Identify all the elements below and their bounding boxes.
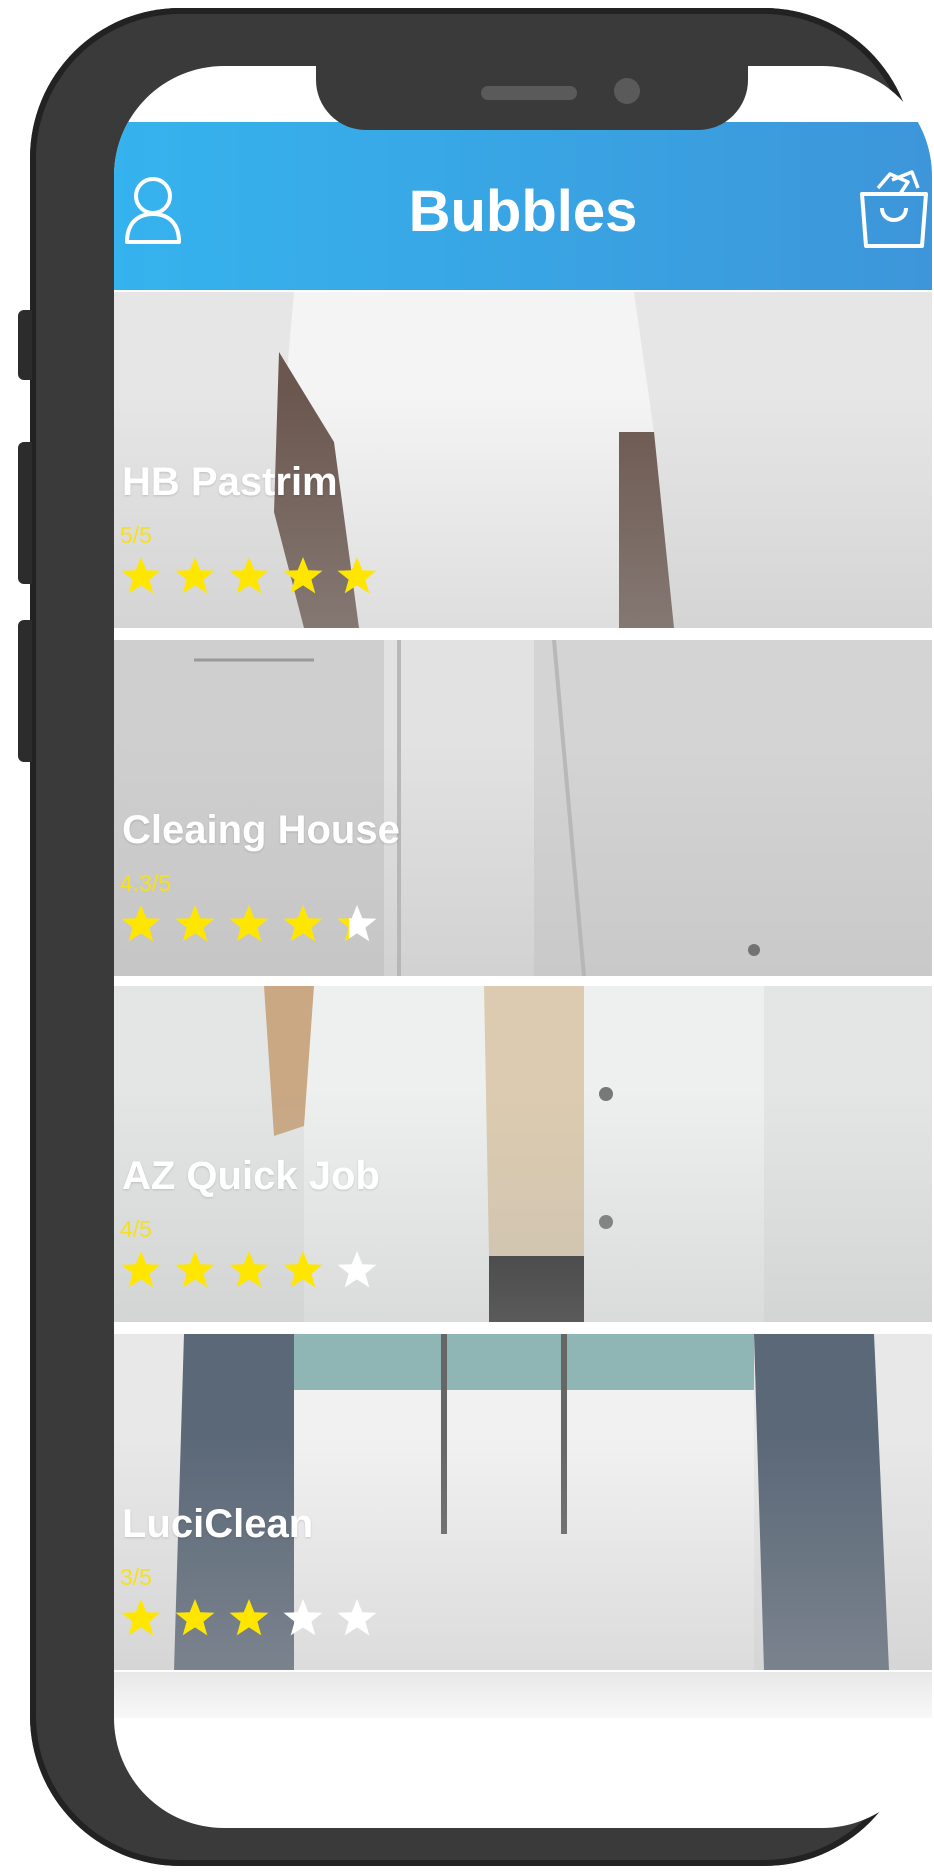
star-filled-icon bbox=[283, 905, 323, 942]
star-filled-icon bbox=[121, 557, 161, 594]
next-card-peek bbox=[114, 1672, 932, 1718]
shop-rating-text: 5/5 bbox=[120, 522, 152, 548]
star-filled-icon bbox=[229, 557, 269, 594]
star-filled-icon bbox=[283, 557, 323, 594]
star-empty-icon bbox=[337, 1599, 377, 1636]
shop-card[interactable]: HB Pastrim 5/5 bbox=[114, 292, 932, 628]
user-icon bbox=[125, 177, 181, 244]
shop-name: Cleaing House bbox=[122, 808, 400, 852]
shop-card[interactable]: Cleaing House 4.3/5 bbox=[114, 640, 932, 976]
star-filled-icon bbox=[229, 905, 269, 942]
camera-notch bbox=[316, 66, 748, 130]
star-filled-icon bbox=[175, 905, 215, 942]
volume-down-button bbox=[18, 620, 32, 762]
rating-stars bbox=[120, 904, 378, 944]
star-empty-icon bbox=[337, 1251, 377, 1288]
rating-stars bbox=[120, 556, 378, 596]
shop-rating-text: 3/5 bbox=[120, 1564, 152, 1590]
star-filled-icon bbox=[337, 557, 377, 594]
profile-button[interactable] bbox=[122, 174, 184, 246]
star-filled-icon bbox=[175, 1251, 215, 1288]
shop-rating-text: 4.3/5 bbox=[120, 870, 172, 896]
star-filled-icon bbox=[283, 1251, 323, 1288]
app-screen: Bubbles HB Pastrim 5/5 Cleaing House 4.3… bbox=[114, 66, 932, 1828]
star-half-icon bbox=[337, 905, 377, 942]
volume-up-button bbox=[18, 442, 32, 584]
star-filled-icon bbox=[175, 557, 215, 594]
shop-name: HB Pastrim bbox=[122, 460, 338, 504]
star-empty-icon bbox=[283, 1599, 323, 1636]
front-camera bbox=[614, 78, 640, 104]
rating-stars bbox=[120, 1250, 378, 1290]
shop-card[interactable]: AZ Quick Job 4/5 bbox=[114, 986, 932, 1322]
shop-card[interactable]: LuciClean 3/5 bbox=[114, 1334, 932, 1670]
star-filled-icon bbox=[229, 1599, 269, 1636]
app-title: Bubbles bbox=[408, 179, 638, 244]
shopping-bag-icon bbox=[860, 170, 928, 248]
star-filled-icon bbox=[175, 1599, 215, 1636]
shop-rating-text: 4/5 bbox=[120, 1216, 152, 1242]
star-filled-icon bbox=[229, 1251, 269, 1288]
rating-stars bbox=[120, 1598, 378, 1638]
speaker-grille bbox=[481, 86, 577, 100]
shop-name: LuciClean bbox=[122, 1502, 314, 1546]
shop-name: AZ Quick Job bbox=[122, 1154, 380, 1198]
phone-frame: Bubbles HB Pastrim 5/5 Cleaing House 4.3… bbox=[18, 8, 932, 1866]
cart-button[interactable] bbox=[856, 166, 932, 250]
star-filled-icon bbox=[121, 905, 161, 942]
star-filled-icon bbox=[121, 1599, 161, 1636]
silent-switch bbox=[18, 310, 32, 380]
star-filled-icon bbox=[121, 1251, 161, 1288]
